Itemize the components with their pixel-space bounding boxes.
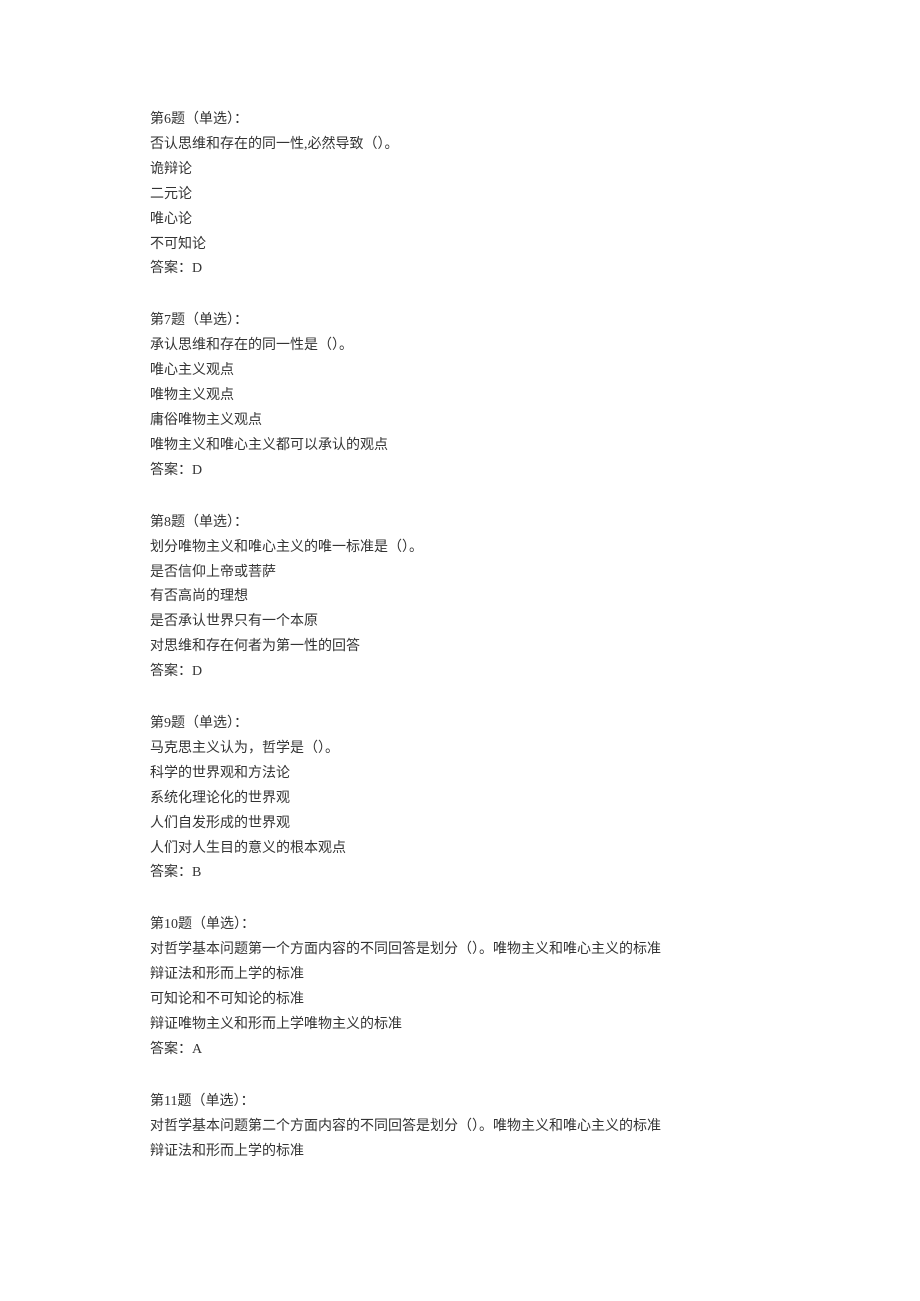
question-option: 有否高尚的理想 xyxy=(150,585,770,610)
question-option: 可知论和不可知论的标准 xyxy=(150,988,770,1013)
question-option: 科学的世界观和方法论 xyxy=(150,762,770,787)
question-prompt: 划分唯物主义和唯心主义的唯一标准是（）。 xyxy=(150,536,770,561)
question-option: 二元论 xyxy=(150,183,770,208)
document-content: 第6题（单选）：否认思维和存在的同一性,必然导致（）。诡辩论二元论唯心论不可知论… xyxy=(150,108,770,1165)
question-prompt: 马克思主义认为，哲学是（）。 xyxy=(150,737,770,762)
question-option: 对思维和存在何者为第一性的回答 xyxy=(150,635,770,660)
question-prompt: 对哲学基本问题第二个方面内容的不同回答是划分（）。唯物主义和唯心主义的标准 xyxy=(150,1115,770,1140)
question-option: 人们自发形成的世界观 xyxy=(150,812,770,837)
question-option: 系统化理论化的世界观 xyxy=(150,787,770,812)
question-option: 唯物主义观点 xyxy=(150,384,770,409)
question-option: 是否信仰上帝或菩萨 xyxy=(150,561,770,586)
question-option: 辩证法和形而上学的标准 xyxy=(150,963,770,988)
question-option: 辩证法和形而上学的标准 xyxy=(150,1140,770,1165)
question-block: 第8题（单选）：划分唯物主义和唯心主义的唯一标准是（）。是否信仰上帝或菩萨有否高… xyxy=(150,511,770,685)
question-answer: 答案：B xyxy=(150,861,770,886)
question-option: 是否承认世界只有一个本原 xyxy=(150,610,770,635)
question-option: 庸俗唯物主义观点 xyxy=(150,409,770,434)
question-answer: 答案：D xyxy=(150,257,770,282)
question-answer: 答案：D xyxy=(150,660,770,685)
question-option: 辩证唯物主义和形而上学唯物主义的标准 xyxy=(150,1013,770,1038)
question-option: 不可知论 xyxy=(150,233,770,258)
question-option: 唯物主义和唯心主义都可以承认的观点 xyxy=(150,434,770,459)
question-header: 第9题（单选）： xyxy=(150,712,770,737)
question-prompt: 承认思维和存在的同一性是（）。 xyxy=(150,334,770,359)
question-header: 第8题（单选）： xyxy=(150,511,770,536)
question-block: 第6题（单选）：否认思维和存在的同一性,必然导致（）。诡辩论二元论唯心论不可知论… xyxy=(150,108,770,282)
question-header: 第11题（单选）： xyxy=(150,1090,770,1115)
question-answer: 答案：A xyxy=(150,1038,770,1063)
question-header: 第6题（单选）： xyxy=(150,108,770,133)
question-option: 人们对人生目的意义的根本观点 xyxy=(150,837,770,862)
question-block: 第11题（单选）：对哲学基本问题第二个方面内容的不同回答是划分（）。唯物主义和唯… xyxy=(150,1090,770,1165)
question-block: 第9题（单选）：马克思主义认为，哲学是（）。科学的世界观和方法论系统化理论化的世… xyxy=(150,712,770,886)
question-block: 第7题（单选）：承认思维和存在的同一性是（）。唯心主义观点唯物主义观点庸俗唯物主… xyxy=(150,309,770,483)
question-prompt: 对哲学基本问题第一个方面内容的不同回答是划分（）。唯物主义和唯心主义的标准 xyxy=(150,938,770,963)
question-answer: 答案：D xyxy=(150,459,770,484)
question-prompt: 否认思维和存在的同一性,必然导致（）。 xyxy=(150,133,770,158)
question-header: 第10题（单选）： xyxy=(150,913,770,938)
question-option: 唯心论 xyxy=(150,208,770,233)
question-header: 第7题（单选）： xyxy=(150,309,770,334)
question-option: 诡辩论 xyxy=(150,158,770,183)
question-block: 第10题（单选）：对哲学基本问题第一个方面内容的不同回答是划分（）。唯物主义和唯… xyxy=(150,913,770,1062)
question-option: 唯心主义观点 xyxy=(150,359,770,384)
